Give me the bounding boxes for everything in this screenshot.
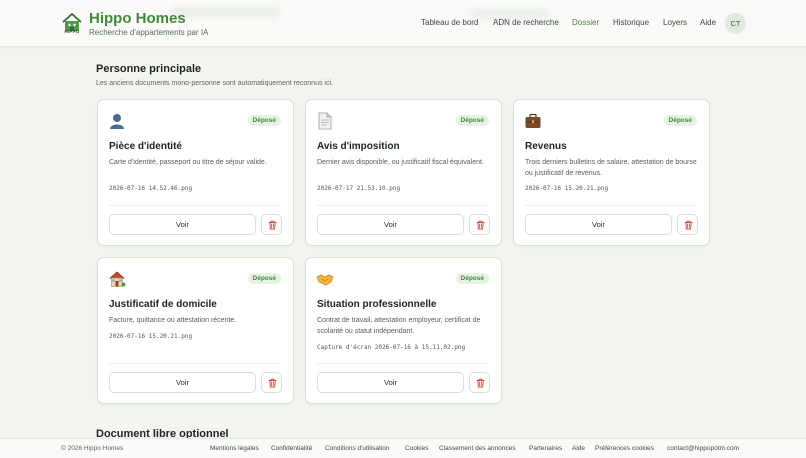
document-card-tax-notice: Déposé Avis d'imposition Dernier avis di… bbox=[305, 99, 502, 246]
house-icon bbox=[109, 271, 126, 287]
card-description: Facture, quittance ou attestation récent… bbox=[109, 317, 237, 324]
footer-link-classement[interactable]: Classement des annonces bbox=[439, 445, 516, 452]
card-divider bbox=[109, 363, 282, 364]
card-description: Carte d'identité, passeport ou titre de … bbox=[109, 159, 267, 166]
delete-button[interactable] bbox=[469, 372, 490, 393]
file-name: Capture d'écran 2026-07-16 à 15.11.02.pn… bbox=[317, 344, 466, 351]
status-badge: Déposé bbox=[455, 115, 489, 126]
footer-link-conditions[interactable]: Conditions d'utilisation bbox=[325, 445, 389, 452]
footer-link-contact-email[interactable]: contact@hippopotm.com bbox=[667, 445, 739, 452]
document-card-proof-of-address: Déposé Justificatif de domicile Facture,… bbox=[97, 257, 294, 404]
view-button[interactable]: Voir bbox=[525, 214, 672, 235]
file-name: 2026-07-17 21.53.10.png bbox=[317, 185, 401, 192]
card-divider bbox=[317, 363, 490, 364]
delete-button[interactable] bbox=[469, 214, 490, 235]
delete-button[interactable] bbox=[677, 214, 698, 235]
footer-link-cookies[interactable]: Cookies bbox=[405, 445, 428, 452]
delete-button[interactable] bbox=[261, 372, 282, 393]
top-header: HIPPO Hippo Homes Recherche d'appartemen… bbox=[0, 0, 806, 47]
file-name: 2026-07-16 15.20.21.png bbox=[525, 185, 609, 192]
document-card-professional-situation: Déposé Situation professionnelle Contrat… bbox=[305, 257, 502, 404]
trash-icon bbox=[476, 220, 485, 230]
footer-link-preferences-cookies[interactable]: Préférences cookies bbox=[595, 445, 654, 452]
trash-icon bbox=[268, 378, 277, 388]
nav-adn-de-recherche[interactable]: ADN de recherche bbox=[493, 18, 559, 27]
trash-icon bbox=[684, 220, 693, 230]
header-blur-decoration bbox=[170, 6, 280, 18]
nav-historique[interactable]: Historique bbox=[613, 18, 649, 27]
logo-label: HIPPO bbox=[64, 29, 80, 34]
footer-link-confidentialite[interactable]: Confidentialité bbox=[271, 445, 312, 452]
card-title: Revenus bbox=[525, 141, 567, 152]
brand-title[interactable]: Hippo Homes bbox=[89, 10, 186, 27]
card-divider bbox=[109, 205, 282, 206]
section-description: Les anciens documents mono-personne sont… bbox=[96, 80, 333, 87]
briefcase-icon bbox=[525, 113, 541, 128]
file-name: 2026-07-16 14.52.46.png bbox=[109, 185, 193, 192]
document-card-identity: Déposé Pièce d'identité Carte d'identité… bbox=[97, 99, 294, 246]
card-description: Contrat de travail, attestation employeu… bbox=[317, 317, 481, 335]
card-title: Pièce d'identité bbox=[109, 141, 182, 152]
card-description: Dernier avis disponible, ou justificatif… bbox=[317, 159, 484, 166]
status-badge: Déposé bbox=[663, 115, 697, 126]
delete-button[interactable] bbox=[261, 214, 282, 235]
document-card-income: Déposé Revenus Trois derniers bulletins … bbox=[513, 99, 710, 246]
view-button[interactable]: Voir bbox=[317, 372, 464, 393]
card-description: Trois derniers bulletins de salaire, att… bbox=[525, 159, 697, 177]
card-title: Avis d'imposition bbox=[317, 141, 400, 152]
brand-subtitle: Recherche d'appartements par IA bbox=[89, 28, 209, 37]
card-divider bbox=[525, 205, 698, 206]
trash-icon bbox=[476, 378, 485, 388]
card-title: Situation professionnelle bbox=[317, 299, 437, 310]
card-divider bbox=[317, 205, 490, 206]
status-badge: Déposé bbox=[247, 115, 281, 126]
person-silhouette-icon bbox=[110, 114, 124, 129]
view-button[interactable]: Voir bbox=[109, 214, 256, 235]
card-title: Justificatif de domicile bbox=[109, 299, 217, 310]
page-footer: © 2026 Hippo Homes Mentions légales Conf… bbox=[0, 438, 806, 458]
nav-aide[interactable]: Aide bbox=[700, 18, 716, 27]
file-name: 2026-07-16 15.20.21.png bbox=[109, 333, 193, 340]
user-avatar[interactable]: CT bbox=[725, 13, 746, 34]
status-badge: Déposé bbox=[247, 273, 281, 284]
handshake-icon bbox=[316, 274, 334, 286]
document-icon bbox=[318, 112, 332, 130]
view-button[interactable]: Voir bbox=[109, 372, 256, 393]
footer-link-partenaires[interactable]: Partenaires bbox=[529, 445, 562, 452]
nav-loyers[interactable]: Loyers bbox=[663, 18, 687, 27]
copyright-text: © 2026 Hippo Homes bbox=[61, 445, 124, 452]
trash-icon bbox=[268, 220, 277, 230]
section-title: Personne principale bbox=[96, 63, 202, 75]
footer-link-mentions-legales[interactable]: Mentions légales bbox=[210, 445, 259, 452]
nav-tableau-de-bord[interactable]: Tableau de bord bbox=[421, 18, 478, 27]
footer-link-aide[interactable]: Aide bbox=[572, 445, 585, 452]
nav-dossier[interactable]: Dossier bbox=[572, 18, 599, 27]
view-button[interactable]: Voir bbox=[317, 214, 464, 235]
status-badge: Déposé bbox=[455, 273, 489, 284]
